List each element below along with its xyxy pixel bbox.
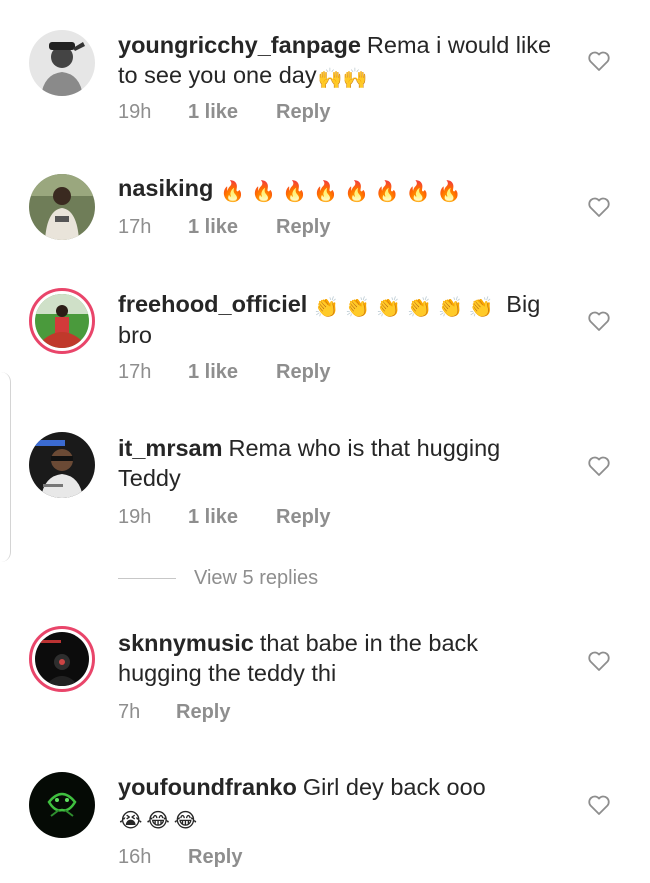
comment-username[interactable]: it_mrsam bbox=[118, 435, 223, 461]
comment-time: 19h bbox=[118, 506, 152, 528]
comment-time: 7h bbox=[118, 701, 141, 723]
avatar[interactable] bbox=[29, 432, 95, 498]
like-button[interactable] bbox=[587, 310, 611, 332]
emoji-clapping-hands: 👏👏👏👏👏👏 bbox=[314, 297, 500, 319]
comment-meta: 17h 1 like Reply bbox=[118, 360, 330, 384]
like-button[interactable] bbox=[587, 455, 611, 477]
reply-button[interactable]: Reply bbox=[176, 700, 230, 724]
likes-count[interactable]: 1 like bbox=[188, 100, 276, 124]
like-button[interactable] bbox=[587, 794, 611, 816]
comment-text: it_mrsam Rema who is that hugging Teddy bbox=[118, 433, 568, 493]
reply-button[interactable]: Reply bbox=[276, 215, 330, 239]
heart-outline-icon bbox=[588, 795, 610, 815]
avatar-image bbox=[29, 30, 95, 96]
reply-button[interactable]: Reply bbox=[276, 100, 330, 124]
comment-meta: 19h 1 like Reply bbox=[118, 100, 330, 124]
comment-time: 19h bbox=[118, 101, 152, 123]
comment-meta: 16h Reply bbox=[118, 845, 242, 869]
avatar-image bbox=[35, 294, 89, 348]
view-replies-label: View 5 replies bbox=[194, 567, 319, 589]
heart-outline-icon bbox=[588, 456, 610, 476]
reply-button[interactable]: Reply bbox=[276, 360, 330, 384]
comment-text: youngricchy_fanpage Rema i would like to … bbox=[118, 30, 568, 91]
heart-outline-icon bbox=[588, 197, 610, 217]
likes-count[interactable]: 1 like bbox=[188, 215, 276, 239]
comment-username[interactable]: sknnymusic bbox=[118, 630, 254, 656]
avatar-story-ring[interactable] bbox=[29, 626, 95, 692]
comment-text: freehood_officiel 👏👏👏👏👏👏 Big bro bbox=[118, 289, 568, 350]
avatar[interactable] bbox=[29, 772, 95, 838]
view-replies-button[interactable]: View 5 replies bbox=[118, 566, 318, 590]
avatar-image bbox=[29, 432, 95, 498]
comment-time: 17h bbox=[118, 216, 152, 238]
comment-username[interactable]: nasiking bbox=[118, 175, 213, 201]
like-button[interactable] bbox=[587, 650, 611, 672]
like-button[interactable] bbox=[587, 50, 611, 72]
avatar[interactable] bbox=[29, 174, 95, 240]
likes-count[interactable]: 1 like bbox=[188, 360, 276, 384]
avatar-image bbox=[35, 632, 89, 686]
scroll-edge bbox=[0, 372, 11, 562]
comment-meta: 7h Reply bbox=[118, 700, 230, 724]
comment-username[interactable]: youfoundfranko bbox=[118, 774, 297, 800]
likes-count[interactable]: 1 like bbox=[188, 505, 276, 529]
comment-body: Girl dey back ooo bbox=[302, 774, 486, 800]
avatar[interactable] bbox=[29, 30, 95, 96]
comment-text: sknnymusic that babe in the back hugging … bbox=[118, 628, 568, 688]
emoji-fire: 🔥🔥🔥🔥🔥🔥🔥🔥 bbox=[220, 181, 468, 203]
heart-outline-icon bbox=[588, 651, 610, 671]
comment-time: 17h bbox=[118, 361, 152, 383]
comment-username[interactable]: youngricchy_fanpage bbox=[118, 32, 361, 58]
avatar-story-ring[interactable] bbox=[29, 288, 95, 354]
comment-text: nasiking 🔥🔥🔥🔥🔥🔥🔥🔥 bbox=[118, 173, 568, 204]
heart-outline-icon bbox=[588, 311, 610, 331]
emoji-raised-hands: 🙌🙌 bbox=[317, 68, 368, 90]
comment-meta: 19h 1 like Reply bbox=[118, 505, 330, 529]
divider bbox=[118, 578, 176, 580]
emoji-crying-laughing: 😭😂😂 bbox=[119, 810, 202, 832]
avatar-image bbox=[29, 772, 95, 838]
heart-outline-icon bbox=[588, 51, 610, 71]
reply-button[interactable]: Reply bbox=[276, 505, 330, 529]
comment-time: 16h bbox=[118, 846, 152, 868]
comment-username[interactable]: freehood_officiel bbox=[118, 291, 307, 317]
comment-text: youfoundfranko Girl dey back ooo 😭😂😂 bbox=[118, 772, 568, 833]
like-button[interactable] bbox=[587, 196, 611, 218]
avatar-image bbox=[29, 174, 95, 240]
comment-meta: 17h 1 like Reply bbox=[118, 215, 330, 239]
reply-button[interactable]: Reply bbox=[188, 845, 242, 869]
